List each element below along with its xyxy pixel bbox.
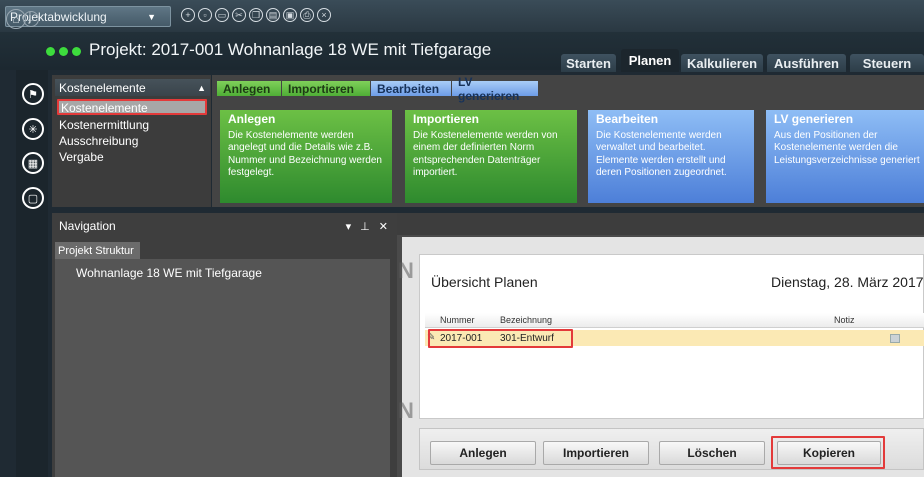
- subtab-bearbeiten[interactable]: Bearbeiten: [371, 81, 451, 96]
- collapse-icon: ▲: [197, 82, 206, 93]
- tab-ausfuehren[interactable]: Ausführen: [767, 54, 846, 72]
- importieren-button[interactable]: Importieren: [543, 441, 649, 465]
- open-icon[interactable]: ▫: [198, 8, 212, 22]
- status-dot-icon: [59, 47, 68, 56]
- column-header-notiz[interactable]: Notiz: [834, 315, 855, 325]
- calculator-icon[interactable]: ▦: [22, 152, 44, 174]
- tab-starten[interactable]: Starten: [561, 54, 616, 72]
- tree-item[interactable]: Wohnanlage 18 WE mit Tiefgarage: [76, 266, 262, 280]
- card-importieren[interactable]: Importieren Die Kostenelemente werden vo…: [405, 110, 577, 203]
- card-text: Aus den Positionen der Kostenelemente we…: [774, 129, 920, 166]
- watermark-icon: N: [398, 398, 414, 423]
- watermark-icon: N: [398, 258, 414, 283]
- back-icon[interactable]: ←: [23, 11, 39, 27]
- subtab-importieren[interactable]: Importieren: [282, 81, 370, 96]
- overview-date: Dienstag, 28. März 2017: [771, 274, 924, 290]
- loeschen-button[interactable]: Löschen: [659, 441, 765, 465]
- note-icon[interactable]: [890, 334, 900, 343]
- card-text: Die Kostenelemente werden verwaltet und …: [596, 129, 727, 179]
- overview-title: Übersicht Planen: [431, 274, 538, 290]
- tab-kalkulieren[interactable]: Kalkulieren: [681, 54, 763, 72]
- tab-planen[interactable]: Planen: [621, 49, 679, 72]
- folder-icon[interactable]: ▭: [215, 8, 229, 22]
- new-icon[interactable]: +: [181, 8, 195, 22]
- cut-icon[interactable]: ✂: [232, 8, 246, 22]
- card-title: Importieren: [413, 112, 480, 126]
- settings-icon[interactable]: ✳: [22, 118, 44, 140]
- print-icon[interactable]: ⎙: [300, 8, 314, 22]
- project-title: Projekt: 2017-001 Wohnanlage 18 WE mit T…: [89, 40, 492, 59]
- card-bearbeiten[interactable]: Bearbeiten Die Kostenelemente werden ver…: [588, 110, 754, 203]
- toolbar-icons: + ▫ ▭ ✂ ❐ ▤ ▣ ⎙ ×: [181, 8, 331, 22]
- card-title: Anlegen: [228, 112, 276, 126]
- category-item-kostenelemente[interactable]: Kostenelemente: [57, 99, 207, 115]
- save-icon[interactable]: ▣: [283, 8, 297, 22]
- tab-projekt-struktur[interactable]: Projekt Struktur: [55, 242, 140, 259]
- subtab-lv-generieren[interactable]: LV generieren: [452, 75, 538, 103]
- close-icon[interactable]: ×: [317, 8, 331, 22]
- plan-icon[interactable]: ⚑: [22, 83, 44, 105]
- cell-bezeichnung: 301-Entwurf: [500, 333, 554, 344]
- anlegen-button[interactable]: Anlegen: [430, 441, 536, 465]
- paste-icon[interactable]: ▤: [266, 8, 280, 22]
- tab-steuern[interactable]: Steuern: [850, 54, 924, 72]
- status-dot-icon: [72, 47, 81, 56]
- category-item-ausschreibung[interactable]: Ausschreibung: [57, 134, 207, 150]
- status-dot-icon: [46, 47, 55, 56]
- navigation-header: Navigation ▾ ⊥ ✕: [55, 216, 395, 236]
- card-title: LV generieren: [774, 112, 854, 126]
- card-lv-generieren[interactable]: LV generieren Aus den Positionen der Kos…: [766, 110, 924, 203]
- category-item-kostenermittlung[interactable]: Kostenermittlung: [57, 118, 207, 134]
- panel-controls-icon[interactable]: ▾ ⊥ ✕: [346, 220, 391, 233]
- card-title: Bearbeiten: [596, 112, 659, 126]
- navigation-title: Navigation: [59, 219, 116, 233]
- copy-icon[interactable]: ❐: [249, 8, 263, 22]
- cell-nummer: 2017-001: [440, 333, 483, 344]
- main-header: [397, 213, 924, 235]
- card-text: Die Kostenelemente werden angelegt und d…: [228, 129, 382, 179]
- button-highlight: [771, 436, 885, 469]
- card-anlegen[interactable]: Anlegen Die Kostenelemente werden angele…: [220, 110, 392, 203]
- category-header-label: Kostenelemente: [59, 80, 146, 95]
- category-item-vergabe[interactable]: Vergabe: [57, 150, 207, 166]
- column-header-bezeichnung[interactable]: Bezeichnung: [500, 315, 552, 325]
- category-header[interactable]: Kostenelemente ▲: [55, 79, 210, 96]
- project-tree: [55, 259, 390, 477]
- window-icon[interactable]: ▢: [22, 187, 44, 209]
- column-header-nummer[interactable]: Nummer: [440, 315, 475, 325]
- card-text: Die Kostenelemente werden von einem der …: [413, 129, 558, 179]
- subtab-anlegen[interactable]: Anlegen: [217, 81, 281, 96]
- chevron-down-icon: ▼: [147, 11, 156, 22]
